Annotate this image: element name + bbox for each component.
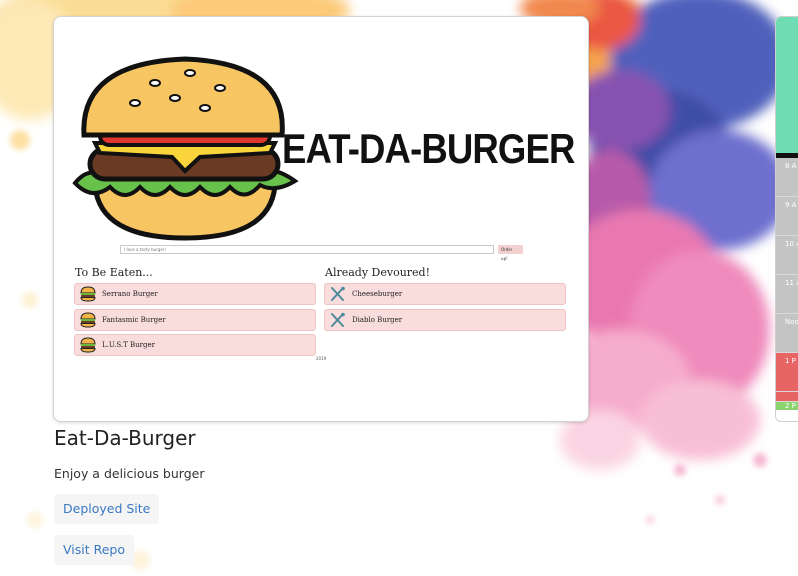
burger-name: L.U.S.T Burger bbox=[102, 341, 155, 349]
neighbor-project-card: 8 A 9 A 10 A 11 A Noo 1 P 2 P bbox=[775, 16, 798, 422]
burger-name-input[interactable]: I love a tasty burger! bbox=[120, 245, 495, 254]
fork-knife-icon bbox=[329, 312, 347, 328]
time-slot: 1 P bbox=[776, 353, 798, 392]
app-logo-text: EAT-DA-BURGER bbox=[282, 125, 575, 172]
burger-name: Cheeseburger bbox=[352, 290, 403, 298]
burger-logo-icon bbox=[72, 56, 299, 241]
time-slot-filler bbox=[776, 392, 798, 402]
deployed-site-button[interactable]: Deployed Site bbox=[54, 494, 160, 524]
burger-name: Diablo Burger bbox=[352, 315, 403, 324]
neighbor-card-header bbox=[776, 17, 798, 153]
project-title: Eat-Da-Burger bbox=[54, 426, 196, 450]
fork-knife-icon bbox=[329, 286, 347, 302]
burger-icon bbox=[79, 311, 97, 328]
burger-icon bbox=[79, 286, 97, 302]
time-slot: 8 A bbox=[776, 158, 798, 197]
time-slot: Noo bbox=[776, 314, 798, 353]
visit-repo-button[interactable]: Visit Repo bbox=[54, 535, 135, 565]
time-slot: 2 P bbox=[776, 402, 798, 410]
app-footer: 2019 bbox=[316, 356, 327, 361]
to-be-eaten-heading: To Be Eaten... bbox=[75, 266, 153, 279]
time-slot: 10 A bbox=[776, 236, 798, 275]
burger-list-item[interactable]: Serrano Burger bbox=[74, 283, 316, 305]
to-be-eaten-column: To Be Eaten... Serrano Burger Fantasmic … bbox=[74, 266, 316, 360]
project-description: Enjoy a delicious burger bbox=[54, 466, 205, 481]
burger-name: Fantasmic Burger bbox=[102, 315, 166, 324]
order-up-button[interactable]: Order up! bbox=[498, 245, 523, 261]
project-preview-card: EAT-DA-BURGER I love a tasty burger! Ord… bbox=[53, 16, 589, 422]
time-slot: 11 A bbox=[776, 275, 798, 314]
burger-list-item[interactable]: Fantasmic Burger bbox=[74, 308, 316, 331]
burger-list-item[interactable]: L.U.S.T Burger bbox=[74, 334, 316, 356]
devoured-list-item: Cheeseburger bbox=[324, 283, 566, 305]
burger-icon bbox=[79, 337, 97, 353]
already-devoured-heading: Already Devoured! bbox=[325, 266, 431, 279]
already-devoured-column: Already Devoured! Cheeseburger Diablo Bu… bbox=[324, 266, 566, 334]
burger-order-form: I love a tasty burger! Order up! bbox=[120, 245, 523, 261]
time-slot: 9 A bbox=[776, 197, 798, 236]
burger-name: Serrano Burger bbox=[102, 290, 158, 298]
devoured-list-item: Diablo Burger bbox=[324, 308, 566, 331]
